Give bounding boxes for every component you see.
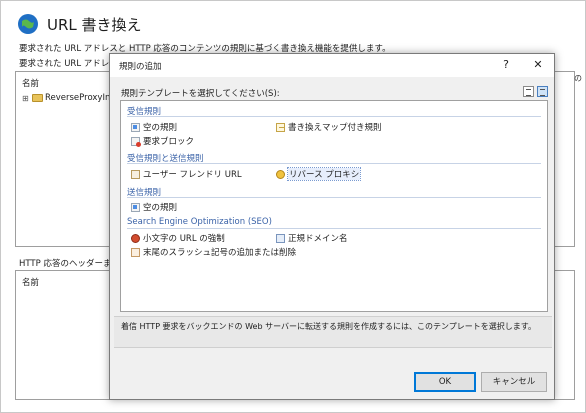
template-outbound-blank-rule[interactable]: 空の規則 [131,201,177,213]
right-fragment: の [574,74,582,83]
template-description-text: 着信 HTTP 要求をバックエンドの Web サーバーに転送する規則を作成するに… [121,322,536,331]
group-seo: Search Engine Optimization (SEO) [127,217,272,227]
template-request-blocking[interactable]: 要求ブロック [131,135,194,147]
help-button[interactable]: ? [498,57,514,73]
blank-rule-icon [131,122,140,132]
template-lowercase-url[interactable]: 小文字の URL の強制 [131,232,225,244]
folder-icon [32,94,43,102]
add-rule-dialog: 規則の追加 ? ✕ 規則テンプレートを選択してください(S): 受信規則 空の規… [109,53,555,400]
template-canonical-domain[interactable]: 正規ドメイン名 [276,232,348,244]
template-rewrite-map-rule[interactable]: 書き換えマップ付き規則 [276,121,382,133]
template-prompt: 規則テンプレートを選択してください(S): [121,89,280,99]
template-blank-rule[interactable]: 空の規則 [131,121,177,133]
rewrite-map-icon [276,122,285,132]
ok-button[interactable]: OK [414,372,476,392]
group-divider [127,116,541,117]
globe-icon [18,14,38,34]
list-item[interactable]: ⊞ ReverseProxyInbo [22,93,121,103]
template-description: 着信 HTTP 要求をバックエンドの Web サーバーに転送する規則を作成するに… [114,316,552,348]
lowercase-url-icon [131,233,140,243]
group-divider [127,228,541,229]
column-header-name-2[interactable]: 名前 [22,276,39,288]
tile-view-icon[interactable] [537,86,548,97]
user-friendly-url-icon [131,169,140,179]
page-title: URL 書き換え [47,16,142,34]
list-view-icon[interactable] [523,86,534,97]
blank-rule-icon [131,202,140,212]
trailing-slash-icon [131,247,140,257]
template-trailing-slash[interactable]: 末尾のスラッシュ記号の追加または削除 [131,246,296,258]
group-divider [127,197,541,198]
dialog-titlebar[interactable]: 規則の追加 ? ✕ [110,54,554,77]
close-button[interactable]: ✕ [530,57,546,73]
request-blocking-icon [131,136,141,147]
expand-icon[interactable]: ⊞ [22,94,30,103]
canonical-domain-icon [276,233,285,243]
dialog-title: 規則の追加 [119,62,162,72]
template-user-friendly-url[interactable]: ユーザー フレンドリ URL [131,168,242,180]
column-header-name[interactable]: 名前 [22,77,39,89]
reverse-proxy-icon [276,169,285,179]
template-reverse-proxy[interactable]: リバース プロキシ [276,167,362,181]
template-list[interactable]: 受信規則 空の規則 書き換えマップ付き規則 要求ブロック 受信規則と送信規則 ユ… [120,100,548,312]
group-divider [127,163,541,164]
cancel-button[interactable]: キャンセル [481,372,547,392]
